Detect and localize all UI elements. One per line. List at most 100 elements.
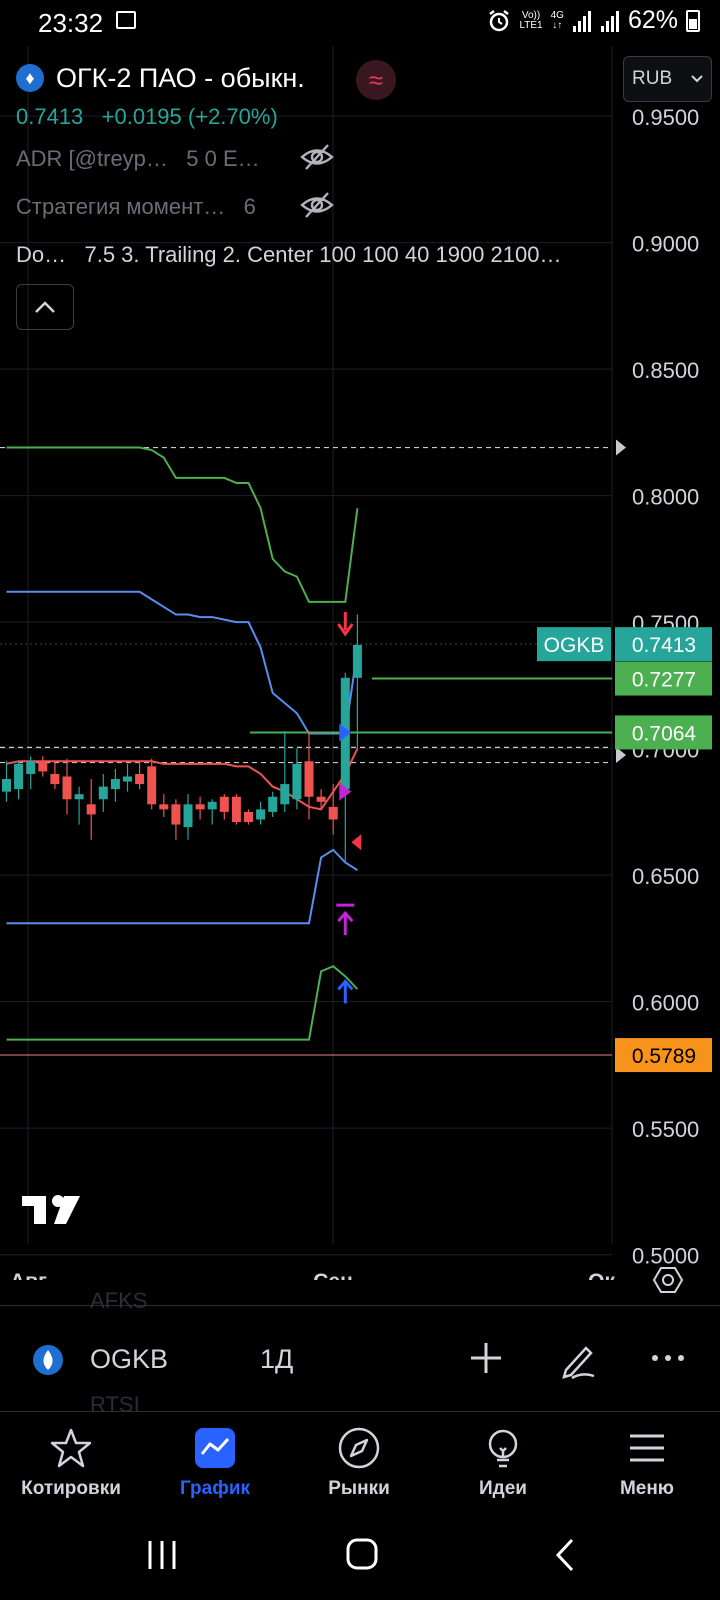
candle-body bbox=[304, 761, 314, 797]
star-icon bbox=[50, 1428, 92, 1468]
y-axis-label: 0.9000 bbox=[632, 232, 699, 257]
x-axis-label: Ок bbox=[588, 1270, 615, 1280]
candle-body bbox=[183, 804, 193, 828]
lower-inner-band bbox=[6, 848, 358, 925]
sell-arrow-icon bbox=[337, 612, 354, 637]
signal-icon bbox=[572, 10, 591, 32]
indicator-name: Do… bbox=[16, 242, 67, 267]
last-price: 0.7413 bbox=[16, 104, 84, 129]
nav-item-chart[interactable]: График bbox=[150, 1426, 280, 1500]
candle-body bbox=[280, 784, 290, 805]
price-tag-label: 0.5789 bbox=[632, 1045, 696, 1068]
indicator-name: ADR [@treyp… bbox=[16, 146, 168, 171]
nav-item-quotes[interactable]: Котировки bbox=[6, 1426, 136, 1500]
chart-legend[interactable]: ♦ ОГК-2 ПАО - обыкн. bbox=[16, 58, 596, 98]
chart-toolbar: AFKS RTSI OGKB 1Д bbox=[0, 1288, 720, 1417]
gallery-notification-icon bbox=[116, 11, 136, 29]
candle-body bbox=[50, 773, 60, 785]
eye-hidden-icon[interactable] bbox=[300, 190, 334, 220]
system-navigation-bar bbox=[148, 1538, 574, 1572]
company-logo: ♦ bbox=[16, 64, 44, 92]
indicator-row-donchian[interactable]: Do… 7.5 3. Trailing 2. Center 100 100 40… bbox=[16, 242, 561, 268]
nav-item-ideas[interactable]: Идеи bbox=[438, 1426, 568, 1500]
recent-apps-icon[interactable] bbox=[148, 1541, 176, 1569]
candle-body bbox=[207, 801, 217, 810]
candle-body bbox=[38, 761, 48, 772]
buy-arrow-blue-icon bbox=[337, 979, 354, 1004]
candle-body bbox=[74, 794, 84, 800]
home-icon[interactable] bbox=[346, 1538, 378, 1570]
candle-body bbox=[159, 804, 169, 810]
nav-label: Котировки bbox=[21, 1478, 121, 1499]
candle-body bbox=[256, 809, 266, 820]
currency-select[interactable]: RUB bbox=[623, 56, 712, 102]
indicator-name: Стратегия момент… bbox=[16, 194, 226, 219]
nav-item-menu[interactable]: Меню bbox=[582, 1426, 712, 1500]
bottom-navigation: Котировки График Рынки Идеи Меню bbox=[0, 1411, 720, 1511]
plus-icon[interactable] bbox=[468, 1340, 504, 1376]
indicator-row-adr[interactable]: ADR [@treyp… 5 0 E… bbox=[16, 146, 260, 172]
status-bar: 23:32 Vo)) LTE1 4G ↓↑ 62% bbox=[0, 0, 720, 46]
indicator-params: 6 bbox=[243, 194, 256, 219]
indicator-row-momentum[interactable]: Стратегия момент… 6 bbox=[16, 194, 256, 220]
status-time: 23:32 bbox=[38, 8, 104, 38]
y-axis-label: 0.8500 bbox=[632, 358, 699, 383]
eye-hidden-icon[interactable] bbox=[300, 142, 334, 172]
candle-body bbox=[26, 761, 36, 774]
nav-label: Рынки bbox=[328, 1478, 390, 1499]
interval-button[interactable]: 1Д bbox=[260, 1344, 293, 1375]
candle-body bbox=[244, 811, 253, 823]
candle-body bbox=[292, 763, 302, 800]
symbol-title[interactable]: ОГК-2 ПАО - обыкн. bbox=[56, 63, 305, 94]
collapse-legend-button[interactable] bbox=[16, 284, 74, 330]
nav-label: Идеи bbox=[479, 1478, 527, 1499]
wave-badge-icon[interactable]: ≈ bbox=[356, 60, 396, 100]
signal-2-icon bbox=[600, 10, 619, 32]
candle-body bbox=[328, 806, 338, 820]
price-chart[interactable]: 0.95000.90000.85000.80000.75000.70000.65… bbox=[0, 46, 720, 1280]
chevron-up-icon bbox=[35, 301, 55, 313]
upper-outer-band bbox=[6, 446, 359, 603]
symbol-logo-icon[interactable] bbox=[32, 1344, 64, 1376]
candle-body bbox=[195, 804, 205, 810]
price-tag-label: 0.7413 bbox=[632, 634, 696, 657]
price-change: +0.0195 (+2.70%) bbox=[101, 104, 278, 129]
indicator-params: 5 0 E… bbox=[186, 146, 260, 171]
lower-outer-band bbox=[6, 965, 359, 1041]
candle-body bbox=[147, 766, 157, 805]
candle-body bbox=[110, 779, 120, 790]
axis-marker-icon bbox=[616, 439, 626, 456]
nav-label: График bbox=[179, 1478, 251, 1499]
candle-body bbox=[14, 763, 24, 790]
y-axis-label: 0.9500 bbox=[632, 105, 699, 130]
back-icon[interactable] bbox=[555, 1538, 574, 1572]
volte-label: Vo)) bbox=[521, 9, 541, 21]
chart-settings-icon[interactable] bbox=[652, 1264, 684, 1296]
nav-item-markets[interactable]: Рынки bbox=[294, 1426, 424, 1500]
currency-value: RUB bbox=[632, 68, 673, 89]
battery-icon bbox=[686, 9, 700, 32]
lightbulb-icon bbox=[488, 1429, 518, 1468]
more-icon[interactable] bbox=[650, 1340, 686, 1376]
tradingview-logo-icon bbox=[22, 1195, 80, 1224]
battery-percent: 62% bbox=[627, 6, 678, 34]
candle-body bbox=[352, 644, 362, 678]
exit-triangle-icon bbox=[351, 834, 362, 851]
chevron-down-icon bbox=[691, 75, 703, 83]
candle-body bbox=[171, 804, 181, 825]
pencil-icon[interactable] bbox=[558, 1340, 598, 1380]
x-axis-label: Авг bbox=[10, 1270, 47, 1280]
y-axis-label: 0.5500 bbox=[632, 1117, 699, 1142]
menu-icon bbox=[630, 1434, 664, 1462]
candle-body bbox=[268, 796, 278, 812]
candle-body bbox=[219, 796, 229, 812]
symbol-search-button[interactable]: OGKB bbox=[90, 1344, 168, 1375]
price-tag-label: 0.7064 bbox=[632, 722, 697, 745]
price-change-row: 0.7413 +0.0195 (+2.70%) bbox=[16, 104, 278, 130]
upper-inner-band bbox=[6, 590, 359, 735]
candle-body bbox=[135, 773, 145, 785]
alarm-icon bbox=[489, 9, 510, 31]
candle-body bbox=[123, 776, 132, 782]
candle-body bbox=[98, 786, 108, 800]
nav-label: Меню bbox=[619, 1478, 675, 1499]
